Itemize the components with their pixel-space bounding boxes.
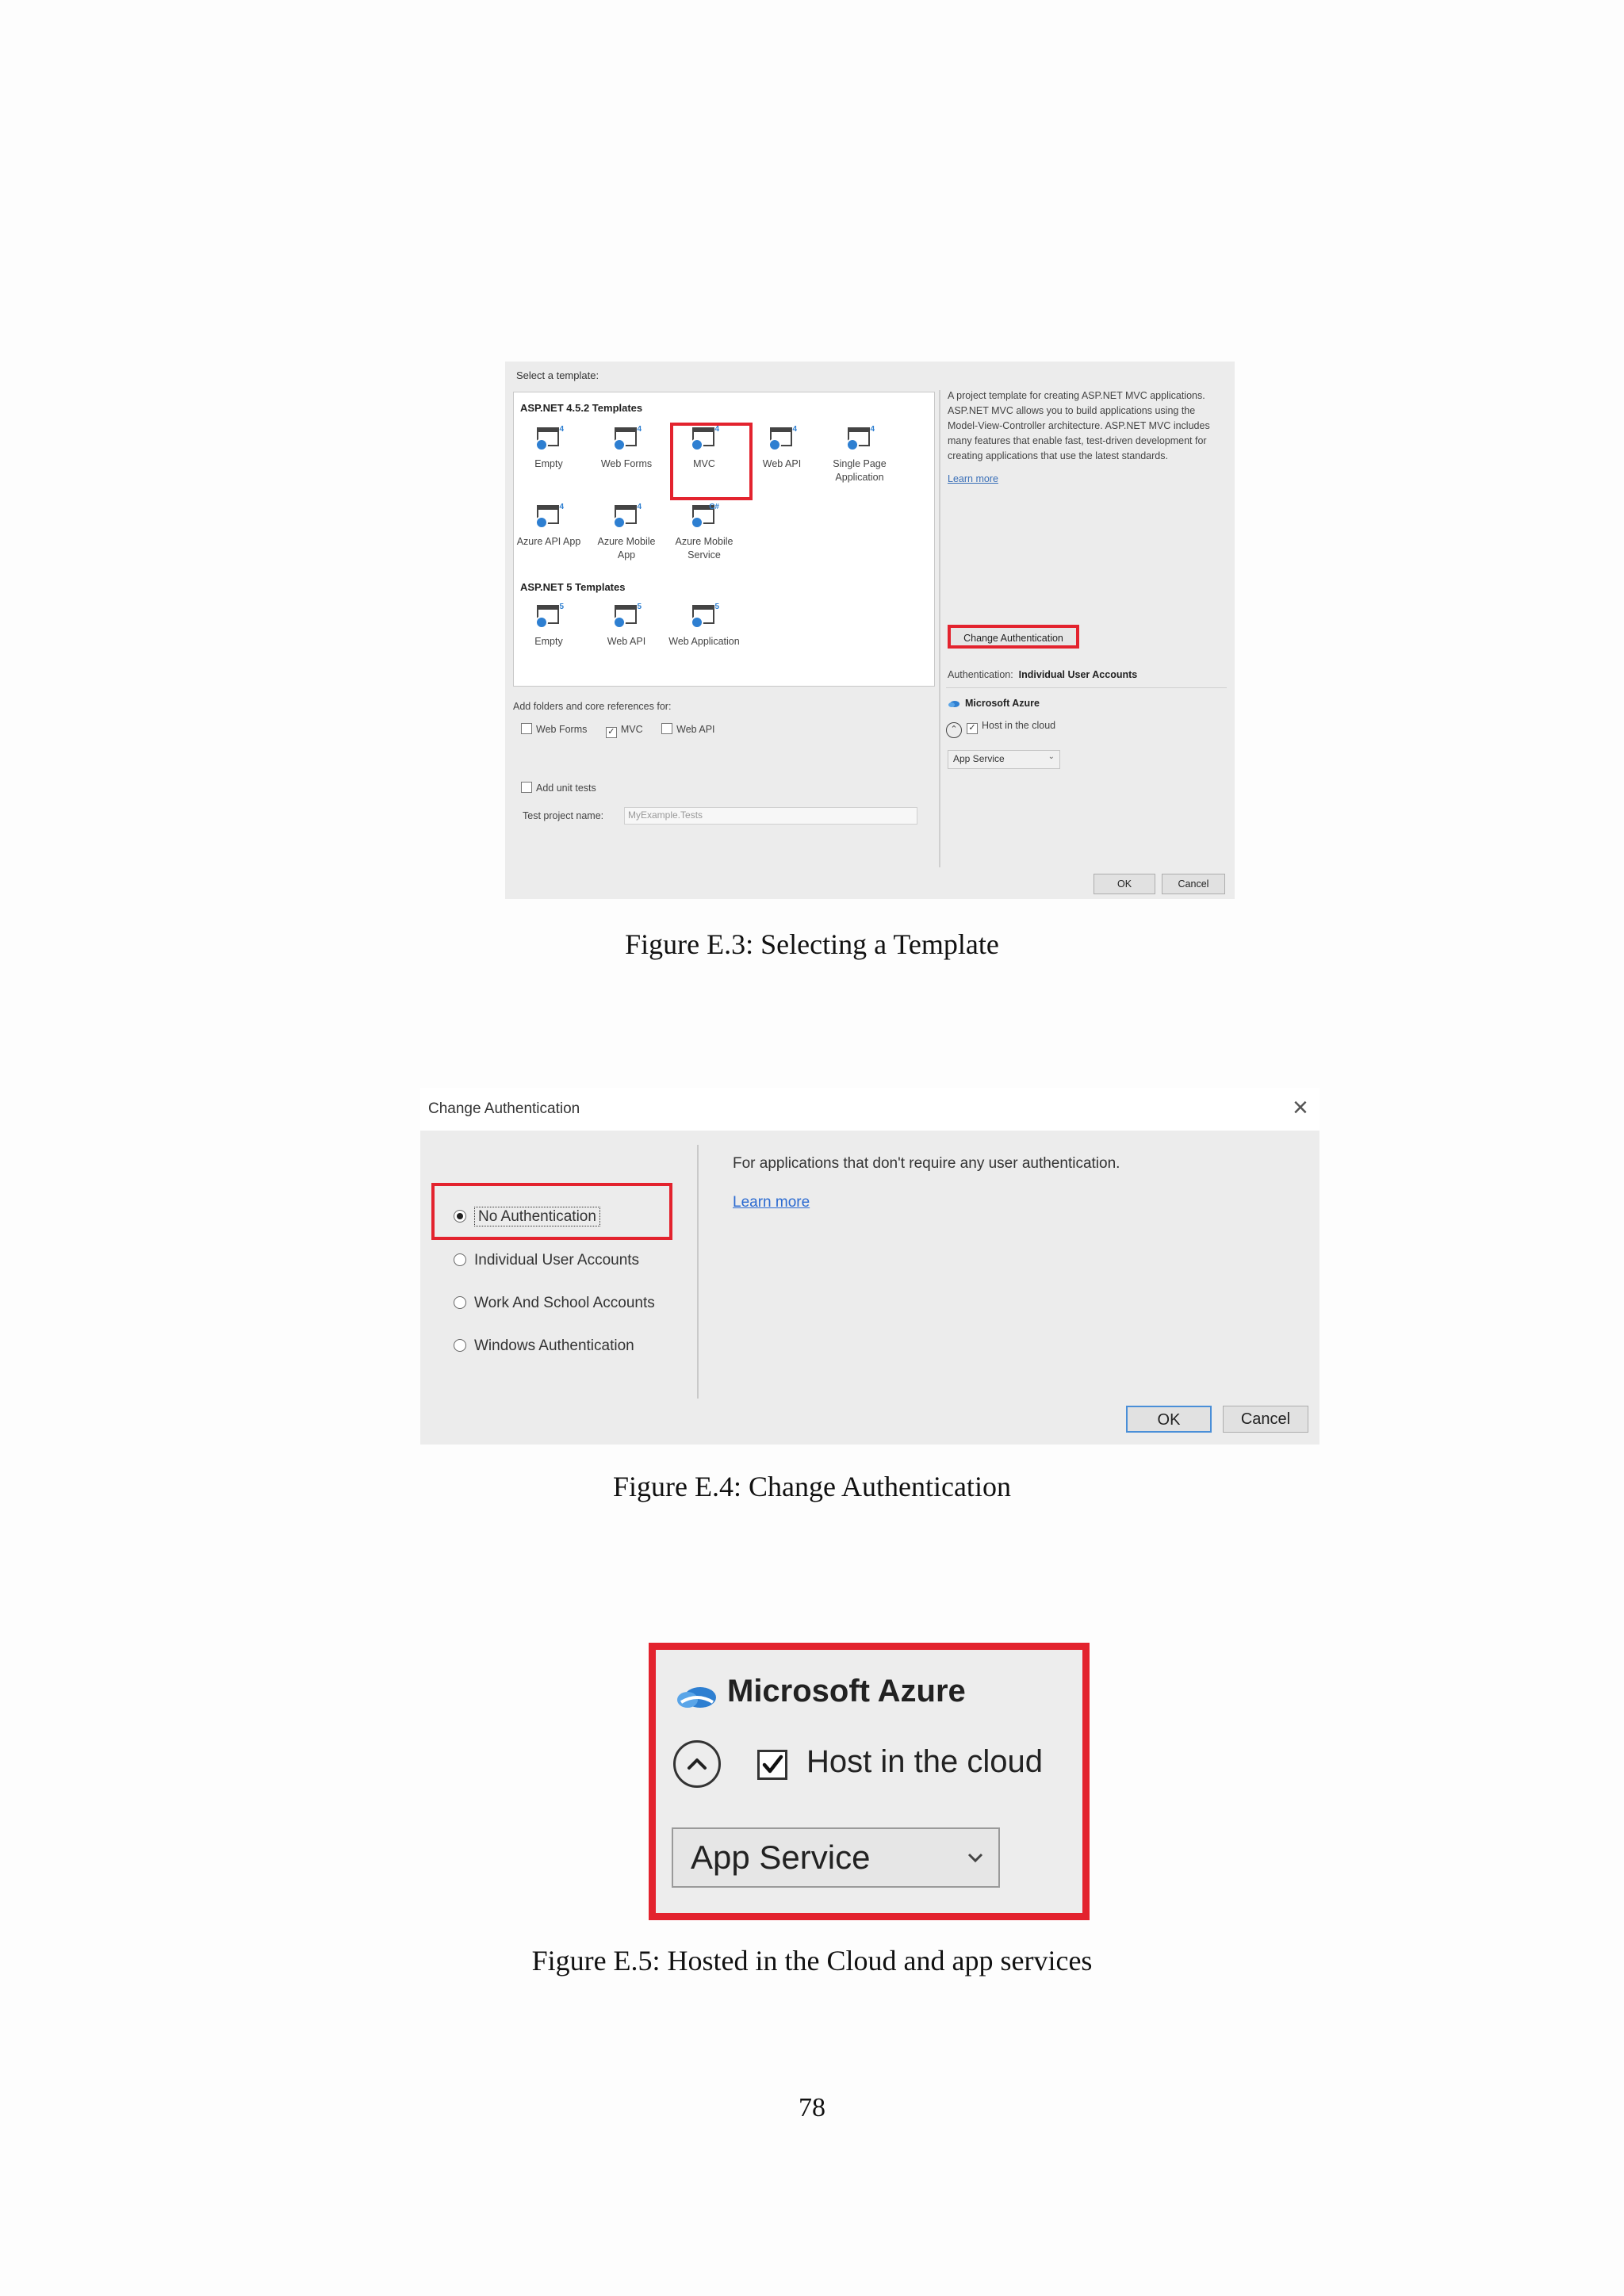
figure-caption-e4: Figure E.4: Change Authentication [613,1471,1011,1502]
template-icon: 4 [613,425,642,451]
collapse-chevron-icon[interactable]: ⌃ [946,722,962,738]
radio-button[interactable] [454,1253,466,1266]
app-service-dropdown[interactable]: App Service [672,1827,1000,1888]
azure-hosting-panel: Microsoft Azure Host in the cloud App Se… [649,1643,1090,1920]
no-authentication-highlight-box [431,1183,672,1240]
template-list: ASP.NET 4.5.2 Templates 4 Empty 4 Web Fo… [513,392,935,687]
dialog-titlebar: Change Authentication × [420,1088,1320,1131]
ok-button[interactable]: OK [1126,1406,1212,1433]
learn-more-link[interactable]: Learn more [948,472,998,487]
checkbox-checked[interactable]: ✓ [605,727,617,738]
select-template-label: Select a template: [516,369,599,381]
change-authentication-dialog: Change Authentication × No Authenticatio… [420,1088,1320,1445]
checkbox-unchecked[interactable] [661,723,673,734]
vertical-divider [697,1145,699,1399]
azure-cloud-icon [948,701,959,707]
radio-windows-authentication[interactable]: Windows Authentication [454,1337,634,1355]
vertical-divider [939,390,940,867]
host-in-cloud-row: ⌃ ✓ Host in the cloud [946,720,1055,738]
folder-option-web-api[interactable]: Web API [661,723,715,735]
change-authentication-button[interactable]: Change Authentication [948,625,1079,649]
radio-button[interactable] [454,1339,466,1352]
radio-individual-user-accounts[interactable]: Individual User Accounts [454,1252,639,1269]
learn-more-link[interactable]: Learn more [733,1194,810,1211]
template-empty-5[interactable]: 5 Empty [511,603,587,649]
folder-options: Web Forms ✓ MVC Web API [521,723,715,738]
divider [946,687,1227,688]
dialog-title: Change Authentication [428,1100,580,1117]
template-description: A project template for creating ASP.NET … [948,388,1224,487]
chevron-down-icon: ⌄ [1048,752,1055,761]
ok-button[interactable]: OK [1094,874,1155,894]
app-service-dropdown[interactable]: App Service ⌄ [948,750,1060,769]
cancel-button[interactable]: Cancel [1162,874,1225,894]
azure-section-title: Microsoft Azure [948,698,1040,709]
template-web-api[interactable]: 4 Web API [744,425,820,471]
template-single-page-application[interactable]: 4 Single Page Application [822,425,898,484]
template-web-forms[interactable]: 4 Web Forms [588,425,665,471]
checkbox-unchecked[interactable] [521,723,532,734]
template-icon: 5 [613,603,642,629]
azure-cloud-icon [677,1687,716,1708]
template-web-api-5[interactable]: 5 Web API [588,603,665,649]
template-web-application-5[interactable]: 5 Web Application [666,603,742,649]
unit-tests-option[interactable]: Add unit tests [521,782,596,794]
group-title-aspnet452: ASP.NET 4.5.2 Templates [520,402,643,414]
authentication-status: Authentication: Individual User Accounts [948,669,1138,680]
folders-label: Add folders and core references for: [513,701,672,712]
template-icon: 5 [535,603,564,629]
radio-work-and-school-accounts[interactable]: Work And School Accounts [454,1295,655,1312]
authentication-description: For applications that don't require any … [733,1155,1120,1172]
template-icon: 4 [846,425,875,451]
template-azure-api-app[interactable]: 4 Azure API App [511,503,587,549]
new-project-template-dialog: Select a template: ASP.NET 4.5.2 Templat… [505,362,1235,899]
folder-option-web-forms[interactable]: Web Forms [521,723,587,735]
host-in-cloud-checkbox[interactable] [757,1750,787,1780]
template-icon: 5 [691,603,719,629]
group-title-aspnet5: ASP.NET 5 Templates [520,581,626,593]
host-in-cloud-label: Host in the cloud [806,1744,1043,1779]
azure-title: Microsoft Azure [727,1674,966,1709]
template-azure-mobile-service[interactable]: C# Azure Mobile Service [666,503,742,562]
template-icon: 4 [535,425,564,451]
test-project-name-input[interactable]: MyExample.Tests [624,807,917,825]
template-icon: 4 [613,503,642,529]
test-project-label: Test project name: [523,810,604,821]
checkmark-icon [762,1755,783,1774]
checkbox-unchecked[interactable] [521,782,532,793]
template-azure-mobile-app[interactable]: 4 Azure Mobile App [588,503,665,562]
chevron-down-icon [967,1853,983,1863]
figure-caption-e5: Figure E.5: Hosted in the Cloud and app … [531,1945,1093,1976]
template-empty-452[interactable]: 4 Empty [511,425,587,471]
template-icon: 4 [768,425,797,451]
cancel-button[interactable]: Cancel [1223,1406,1308,1433]
mvc-highlight-box [670,423,753,500]
template-icon: 4 [535,503,564,529]
app-service-selected-value: App Service [691,1839,871,1876]
template-icon: C# [691,503,719,529]
radio-button[interactable] [454,1296,466,1309]
close-icon[interactable]: × [1293,1093,1308,1123]
collapse-chevron-icon[interactable] [673,1740,721,1788]
host-in-cloud-checkbox[interactable]: ✓ [967,723,978,734]
figure-caption-e3: Figure E.3: Selecting a Template [625,928,999,960]
folder-option-mvc[interactable]: ✓ MVC [605,724,643,738]
page-number: 78 [799,2093,825,2122]
